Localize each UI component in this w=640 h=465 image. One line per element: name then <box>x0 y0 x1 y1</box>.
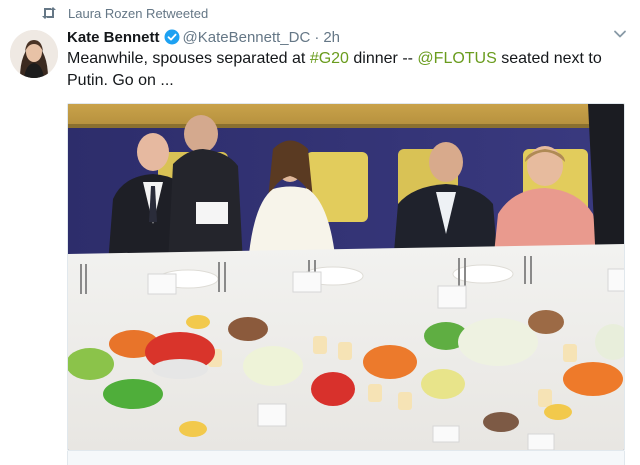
chevron-down-icon[interactable] <box>612 26 628 42</box>
tweet-text-part: dinner -- <box>348 50 418 67</box>
verified-badge-icon <box>164 29 180 45</box>
tweet-header: Kate Bennett @KateBennett_DC · 2h <box>67 25 340 49</box>
author-name[interactable]: Kate Bennett <box>67 29 160 46</box>
hashtag-link[interactable]: #G20 <box>310 50 349 67</box>
tweet-text-part: Meanwhile, spouses separated at <box>67 50 310 67</box>
tweet-text: Meanwhile, spouses separated at #G20 din… <box>67 48 622 92</box>
retweet-context[interactable]: Laura Rozen Retweeted <box>40 4 208 22</box>
avatar[interactable] <box>10 30 58 78</box>
tweet-timestamp[interactable]: 2h <box>323 29 340 46</box>
mention-link[interactable]: @FLOTUS <box>417 50 496 67</box>
retweet-icon <box>40 6 58 20</box>
author-handle[interactable]: @KateBennett_DC <box>183 29 311 46</box>
tweet-photo[interactable] <box>67 103 625 451</box>
header-separator: · <box>314 28 320 46</box>
photo-card-footer <box>67 451 625 465</box>
retweet-label[interactable]: Laura Rozen Retweeted <box>68 6 208 21</box>
